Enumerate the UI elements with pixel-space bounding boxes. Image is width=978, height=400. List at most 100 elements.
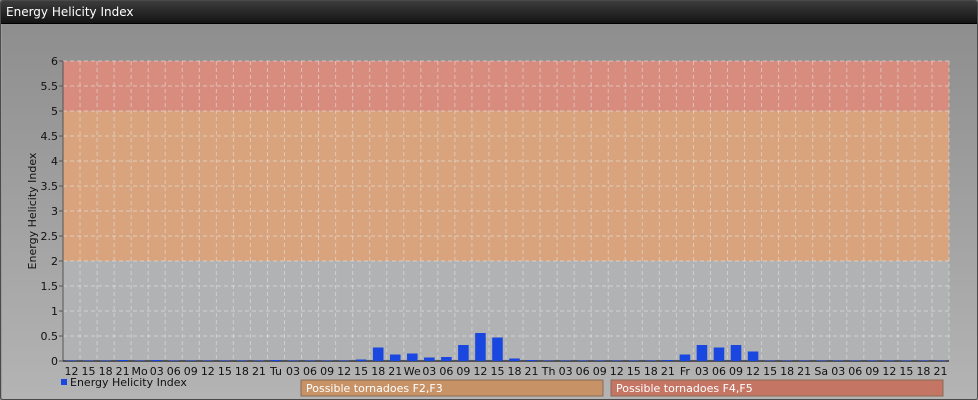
energy-helicity-chart: 0 0.5 1 1.5 2 2.5 3 3.5 4 4.5 5 5.5 6 Energy Helicity… <box>26 55 950 397</box>
widget-title-bar: Energy Helicity Index <box>1 1 977 24</box>
data-bar <box>645 360 657 361</box>
x-tick-label: 12 <box>201 365 215 378</box>
data-bar <box>287 360 299 361</box>
y-tick-label: 1.5 <box>41 280 59 293</box>
data-bar <box>628 360 640 361</box>
data-bar <box>577 360 588 361</box>
x-tick-label: We <box>404 365 421 378</box>
data-bar <box>560 360 571 361</box>
chart-area: 0 0.5 1 1.5 2 2.5 3 3.5 4 4.5 5 5.5 6 Energy Helicity… <box>2 24 977 399</box>
y-tick-label: 5 <box>51 105 58 118</box>
x-tick-label: 21 <box>797 365 811 378</box>
data-bar <box>134 360 145 361</box>
x-tick-label: 12 <box>882 365 896 378</box>
data-bar <box>236 360 248 361</box>
data-bar <box>407 353 418 361</box>
x-tick-label: 12 <box>337 365 351 378</box>
x-tick-label: 18 <box>780 365 794 378</box>
data-bar <box>850 360 861 361</box>
x-tick-label: 21 <box>933 365 947 378</box>
data-bar <box>713 347 725 361</box>
x-tick-label: 03 <box>695 365 709 378</box>
x-tick-label: 18 <box>371 365 385 378</box>
x-tick-label: 21 <box>388 365 402 378</box>
x-tick-label: Sa <box>814 365 828 378</box>
y-tick-label: 0 <box>51 355 58 368</box>
annotation-label: Possible tornadoes F2,F3 <box>306 382 443 395</box>
x-tick-label: 15 <box>354 365 368 378</box>
x-tick-label: Tu <box>269 365 282 378</box>
data-bar <box>219 360 231 361</box>
data-bar <box>594 360 605 361</box>
data-bar <box>475 333 486 361</box>
data-bar <box>372 347 384 361</box>
y-tick-label: 3.5 <box>41 180 59 193</box>
x-tick-label: 09 <box>729 365 743 378</box>
x-tick-label: 09 <box>593 365 607 378</box>
data-bar <box>679 354 691 361</box>
y-tick-label: 2.5 <box>41 230 59 243</box>
data-bar <box>901 360 912 361</box>
data-bar <box>730 345 742 361</box>
data-bar <box>918 360 929 361</box>
data-bar <box>509 358 520 361</box>
x-tick-label: 21 <box>661 365 675 378</box>
data-bar <box>611 360 623 361</box>
data-bar <box>304 360 316 361</box>
data-bar <box>458 345 469 361</box>
y-tick-label: 0.5 <box>41 330 59 343</box>
data-bar <box>798 360 810 361</box>
y-tick-label: 4 <box>51 155 58 168</box>
data-bar <box>543 360 554 361</box>
x-tick-label: 06 <box>303 365 317 378</box>
data-bar <box>185 360 197 361</box>
x-tick-label: 03 <box>422 365 436 378</box>
x-tick-label: 09 <box>320 365 334 378</box>
x-tick-label: 03 <box>286 365 300 378</box>
x-tick-label: 15 <box>218 365 232 378</box>
x-tick-label: 15 <box>627 365 641 378</box>
data-bar <box>168 360 180 361</box>
data-bar <box>117 360 128 361</box>
data-bar <box>83 360 94 361</box>
x-tick-label: 06 <box>576 365 590 378</box>
legend-label: Energy Helicity Index <box>70 376 187 389</box>
chart-widget: Energy Helicity Index 0 0.5 1 1.5 2 2.5 3 3.5 4 4… <box>0 0 978 400</box>
data-bar <box>662 360 674 361</box>
x-tick-label: 18 <box>644 365 658 378</box>
data-bar <box>832 360 844 361</box>
data-bar <box>492 337 503 361</box>
annotation-label: Possible tornadoes F4,F5 <box>616 382 753 395</box>
x-tick-label: 15 <box>899 365 913 378</box>
y-tick-label: 1 <box>51 305 58 318</box>
data-bar <box>151 360 162 361</box>
x-tick-label: 06 <box>848 365 862 378</box>
data-bar <box>441 357 452 361</box>
x-tick-label: 18 <box>235 365 249 378</box>
x-tick-label: 06 <box>712 365 726 378</box>
x-tick-label: Th <box>541 365 556 378</box>
x-tick-label: 18 <box>508 365 522 378</box>
x-tick-label: 09 <box>865 365 879 378</box>
x-tick-label: 21 <box>525 365 539 378</box>
data-bar <box>781 360 793 361</box>
x-tick-label: 12 <box>473 365 487 378</box>
y-tick-label: 6 <box>51 55 58 68</box>
data-bar <box>355 359 367 361</box>
data-bar <box>253 360 265 361</box>
x-tick-label: 03 <box>831 365 845 378</box>
y-tick-label: 5.5 <box>41 80 59 93</box>
data-bar <box>321 360 333 361</box>
data-bar <box>696 345 708 361</box>
data-bar <box>100 360 111 361</box>
data-bar <box>66 360 77 361</box>
data-bar <box>815 360 827 361</box>
data-bar <box>747 351 759 361</box>
y-axis-label: Energy Helicity Index <box>26 152 39 269</box>
y-tick-label: 2 <box>51 255 58 268</box>
legend-swatch <box>61 379 67 385</box>
data-bar <box>389 354 401 361</box>
data-bar <box>424 357 435 361</box>
x-tick-label: 15 <box>490 365 504 378</box>
data-bar <box>202 360 214 361</box>
